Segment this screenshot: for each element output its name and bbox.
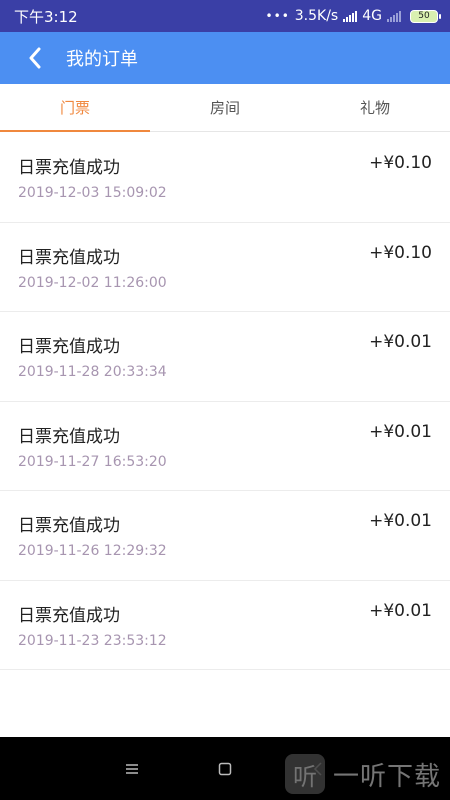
order-title: 日票充值成功 — [18, 158, 120, 178]
order-title: 日票充值成功 — [18, 247, 120, 268]
order-row[interactable]: 日票充值成功 2019-11-23 23:53:12 +¥0.01 — [0, 581, 450, 670]
order-row[interactable]: 日票充值成功 2019-12-02 11:26:00 +¥0.10 — [0, 223, 450, 312]
page-title: 我的订单 — [66, 49, 138, 70]
order-amount: +¥0.01 — [369, 332, 432, 352]
network-speed: 3.5K/s — [294, 8, 339, 24]
order-time: 2019-11-26 12:29:32 — [18, 543, 167, 559]
signal-icon — [343, 10, 358, 22]
order-amount: +¥0.01 — [369, 600, 432, 621]
order-row[interactable]: 日票充值成功 2019-11-28 20:33:34 +¥0.01 — [0, 312, 450, 402]
status-bar: 下午3:12 ••• 3.5K/s 4G 50 — [0, 0, 450, 32]
nav-menu-button[interactable] — [122, 759, 142, 779]
order-time: 2019-12-03 15:09:02 — [18, 185, 167, 201]
battery-level: 50 — [418, 11, 430, 21]
order-amount: +¥0.10 — [369, 153, 432, 173]
order-time: 2019-11-28 20:33:34 — [18, 364, 167, 380]
order-title: 日票充值成功 — [18, 426, 120, 447]
order-row[interactable]: 日票充值成功 2019-11-26 12:29:32 +¥0.01 — [0, 491, 450, 581]
order-title: 日票充值成功 — [18, 516, 120, 536]
tab-gifts[interactable]: 礼物 — [300, 84, 450, 131]
watermark-logo: 听 — [285, 754, 325, 794]
network-type: 4G — [362, 8, 382, 24]
order-title: 日票充值成功 — [18, 605, 120, 626]
status-indicators: ••• 3.5K/s 4G 50 — [265, 8, 441, 24]
signal-secondary-icon — [387, 10, 401, 22]
order-time: 2019-12-02 11:26:00 — [18, 274, 167, 291]
order-time: 2019-11-23 23:53:12 — [18, 632, 167, 649]
tab-rooms[interactable]: 房间 — [150, 84, 300, 131]
app-bar: 我的订单 — [0, 32, 450, 84]
order-list: 日票充值成功 2019-12-03 15:09:02 +¥0.10 日票充值成功… — [0, 133, 450, 670]
tab-bar: 门票 房间 礼物 — [0, 84, 450, 132]
order-amount: +¥0.01 — [369, 511, 432, 531]
chevron-left-icon — [29, 47, 41, 69]
order-title: 日票充值成功 — [18, 337, 120, 357]
order-row[interactable]: 日票充值成功 2019-12-03 15:09:02 +¥0.10 — [0, 133, 450, 223]
order-time: 2019-11-27 16:53:20 — [18, 453, 167, 470]
battery-icon: 50 — [410, 9, 441, 23]
order-row[interactable]: 日票充值成功 2019-11-27 16:53:20 +¥0.01 — [0, 402, 450, 491]
order-amount: +¥0.01 — [369, 421, 432, 442]
watermark-text: 一听下载 — [333, 761, 442, 792]
tab-tickets[interactable]: 门票 — [0, 84, 150, 132]
back-button[interactable] — [12, 32, 58, 84]
notification-dots: ••• — [265, 9, 290, 23]
home-square-icon — [218, 762, 232, 776]
order-amount: +¥0.10 — [369, 242, 432, 263]
watermark: 听 一听下载 — [285, 748, 450, 800]
nav-home-button[interactable] — [215, 759, 235, 779]
menu-icon — [126, 764, 138, 774]
status-time: 下午3:12 — [14, 7, 78, 26]
